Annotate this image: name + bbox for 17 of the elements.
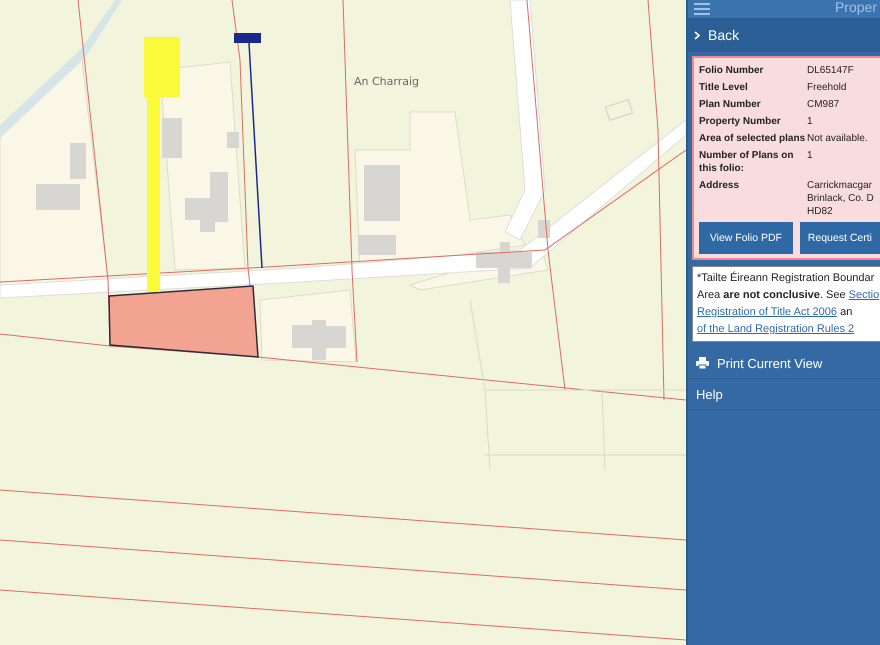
field-label: Property Number (699, 115, 782, 128)
field-label: Area of selected plans (699, 132, 806, 145)
field-value: 1 (807, 149, 814, 163)
field-value: Carrickmacgar Brinlack, Co. D HD82 (807, 179, 875, 218)
field-value: DL65147F (807, 64, 855, 77)
field-value: Freehold (807, 81, 848, 94)
field-label: Plan Number (699, 98, 762, 111)
panel-title: Proper (834, 0, 877, 15)
field-label: Title Level (699, 81, 749, 94)
field-label: Number of Plans on this folio: (699, 149, 794, 175)
field-value: 1 (807, 115, 814, 128)
disclaimer-text: *Tailte Éireann Registration Boundar Area are not conclusive. See Sectio Registration of Title Act 2006 an of the Land Registration Rules 2 (692, 266, 880, 342)
field-value: CM987 (807, 98, 840, 111)
place-label: An Charraig (354, 75, 420, 88)
field-value: Not available. (807, 132, 869, 145)
field-label: Folio Number (699, 64, 764, 77)
field-label: Address (699, 179, 740, 193)
